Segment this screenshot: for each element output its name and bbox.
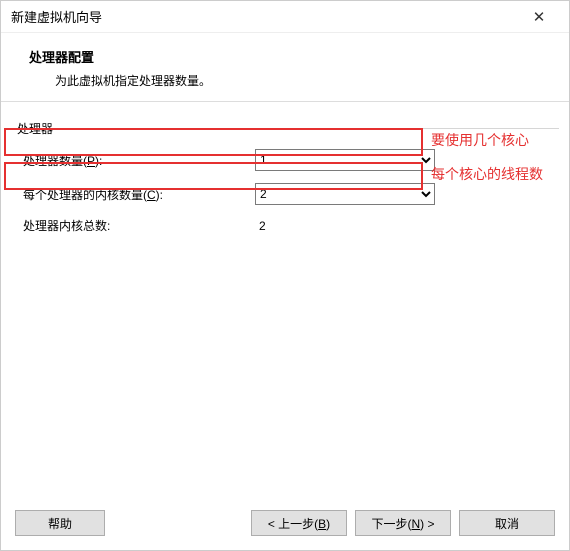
processor-count-label: 处理器数量(P): bbox=[17, 152, 255, 169]
cores-per-processor-select[interactable]: 2 bbox=[255, 183, 435, 205]
help-button[interactable]: 帮助 bbox=[15, 510, 105, 536]
titlebar: 新建虚拟机向导 ✕ bbox=[1, 1, 569, 33]
processor-count-select[interactable]: 1 bbox=[255, 149, 435, 171]
row-cores-per-processor: 每个处理器的内核数量(C): 2 bbox=[17, 183, 559, 205]
group-legend: 处理器 bbox=[17, 120, 57, 137]
annotation-text-1: 要使用几个核心 bbox=[431, 130, 561, 151]
wizard-window: 新建虚拟机向导 ✕ 处理器配置 为此虚拟机指定处理器数量。 处理器 处理器数量(… bbox=[0, 0, 570, 551]
page-subtitle: 为此虚拟机指定处理器数量。 bbox=[29, 72, 553, 89]
row-total-cores: 处理器内核总数: 2 bbox=[17, 217, 559, 234]
cancel-button[interactable]: 取消 bbox=[459, 510, 555, 536]
processor-count-control: 1 bbox=[255, 149, 435, 171]
content-area: 处理器 处理器数量(P): 1 每个处理器的内核数量(C): 2 bbox=[1, 102, 569, 498]
next-button[interactable]: 下一步(N) > bbox=[355, 510, 451, 536]
wizard-header: 处理器配置 为此虚拟机指定处理器数量。 bbox=[1, 33, 569, 101]
annotation-text-2: 每个核心的线程数 bbox=[431, 164, 561, 185]
cores-per-processor-label: 每个处理器的内核数量(C): bbox=[17, 186, 255, 203]
button-bar: 帮助 < 上一步(B) 下一步(N) > 取消 bbox=[1, 498, 569, 550]
total-cores-value: 2 bbox=[255, 219, 435, 233]
total-cores-label: 处理器内核总数: bbox=[17, 217, 255, 234]
page-title: 处理器配置 bbox=[29, 47, 553, 66]
close-icon[interactable]: ✕ bbox=[519, 8, 559, 26]
window-title: 新建虚拟机向导 bbox=[11, 7, 519, 26]
back-button[interactable]: < 上一步(B) bbox=[251, 510, 347, 536]
cores-per-processor-control: 2 bbox=[255, 183, 435, 205]
